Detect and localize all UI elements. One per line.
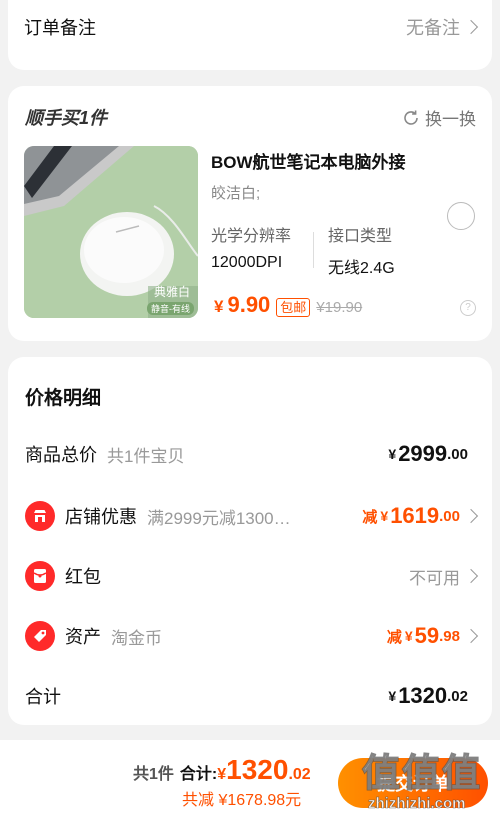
total-label: 合计: [25, 687, 61, 707]
shop-discount-row[interactable]: 店铺优惠 满2999元减1300… 减 ¥ 1619 .00: [8, 500, 492, 532]
footer-total: 共1件 合计: ¥ 1320 .02: [133, 754, 311, 786]
goods-total-label: 商品总价: [25, 445, 97, 465]
shop-icon: [25, 501, 55, 531]
goods-total-row: 商品总价 共1件宝贝 ¥ 2999 .00: [8, 439, 492, 469]
chevron-right-icon: [463, 568, 479, 584]
price-details-card: 价格明细 商品总价 共1件宝贝 ¥ 2999 .00 店铺优惠 满2999元减1…: [8, 357, 492, 725]
assets-icon: [25, 621, 55, 651]
total-int: 1320: [398, 683, 448, 708]
footer-total-label: 合计:: [179, 766, 218, 783]
order-note-card: 订单备注 无备注: [8, 0, 492, 70]
total-row: 合计 ¥ 1320 .02: [8, 681, 492, 711]
image-caption: 典雅白: [153, 285, 190, 299]
assets-prefix: 减: [386, 628, 402, 646]
swap-button[interactable]: 换一换: [402, 105, 476, 130]
addon-card: 顺手买1件 换一换 典雅白 静音-有线 BOW航世笔记本电脑外接 皎洁白; 光学…: [8, 86, 492, 341]
assets-dec: .98: [439, 627, 460, 645]
attr1-name: 光学分辨率: [211, 228, 292, 245]
chevron-right-icon: [463, 19, 479, 35]
order-note-label: 订单备注: [24, 18, 96, 38]
image-subcaption: 静音-有线: [147, 302, 194, 315]
red-packet-value: 不可用: [409, 568, 460, 588]
price-details-title: 价格明细: [25, 388, 102, 409]
assets-symbol: ¥: [404, 628, 413, 644]
product-variant: 皎洁白;: [211, 185, 261, 202]
bottom-bar: 共1件 合计: ¥ 1320 .02 共减 ¥1678.98元 提交订单 值 值…: [0, 740, 500, 824]
refresh-icon: [404, 110, 418, 125]
shipping-tag: 包邮: [276, 298, 311, 317]
shop-discount-int: 1619: [390, 503, 440, 528]
shop-discount-dec: .00: [439, 507, 460, 525]
addon-price: ¥ 9.90 包邮 ¥19.90: [214, 292, 362, 318]
select-radio[interactable]: [447, 202, 475, 230]
red-packet-row[interactable]: 红包 不可用: [8, 560, 492, 592]
assets-sub: 淘金币: [111, 628, 162, 648]
chevron-right-icon: [463, 508, 479, 524]
goods-total-sub: 共1件宝贝: [107, 446, 185, 466]
chevron-right-icon: [463, 628, 479, 644]
price-value: 9.90: [227, 292, 271, 317]
question-icon[interactable]: ?: [460, 300, 476, 316]
shop-discount-label: 店铺优惠: [65, 507, 137, 527]
assets-label: 资产: [65, 627, 101, 647]
assets-int: 59: [414, 623, 440, 648]
submit-order-label: 提交订单: [377, 774, 449, 794]
shop-discount-symbol: ¥: [380, 508, 389, 524]
price-symbol: ¥: [214, 297, 224, 316]
footer-int: 1320: [226, 754, 289, 785]
total-dec: .02: [447, 687, 468, 705]
footer-count: 共1件: [133, 766, 174, 783]
original-price: ¥19.90: [316, 299, 363, 316]
product-image[interactable]: 典雅白 静音-有线: [24, 146, 198, 318]
shop-discount-prefix: 减: [362, 508, 378, 526]
order-note-row[interactable]: 订单备注 无备注: [8, 12, 492, 42]
attr2-name: 接口类型: [328, 228, 393, 245]
goods-total-dec: .00: [447, 445, 468, 463]
shop-discount-sub: 满2999元减1300…: [147, 508, 291, 528]
order-note-value: 无备注: [406, 18, 460, 38]
attr2-value: 无线2.4G: [328, 260, 395, 277]
addon-title: 顺手买1件: [25, 108, 108, 128]
footer-symbol: ¥: [217, 766, 227, 783]
red-packet-label: 红包: [65, 567, 101, 587]
red-packet-icon: [25, 561, 55, 591]
footer-dec: .02: [288, 766, 311, 783]
submit-order-button[interactable]: 提交订单: [338, 758, 488, 808]
goods-total-int: 2999: [398, 441, 448, 466]
product-title[interactable]: BOW航世笔记本电脑外接: [211, 148, 406, 173]
goods-total-symbol: ¥: [388, 446, 397, 462]
assets-row[interactable]: 资产 淘金币 减 ¥ 59 .98: [8, 620, 492, 652]
footer-saved: 共减 ¥1678.98元: [182, 792, 302, 809]
attr-divider: [313, 232, 314, 268]
attr1-value: 12000DPI: [211, 254, 283, 271]
total-symbol: ¥: [388, 688, 397, 704]
swap-label: 换一换: [425, 110, 476, 129]
